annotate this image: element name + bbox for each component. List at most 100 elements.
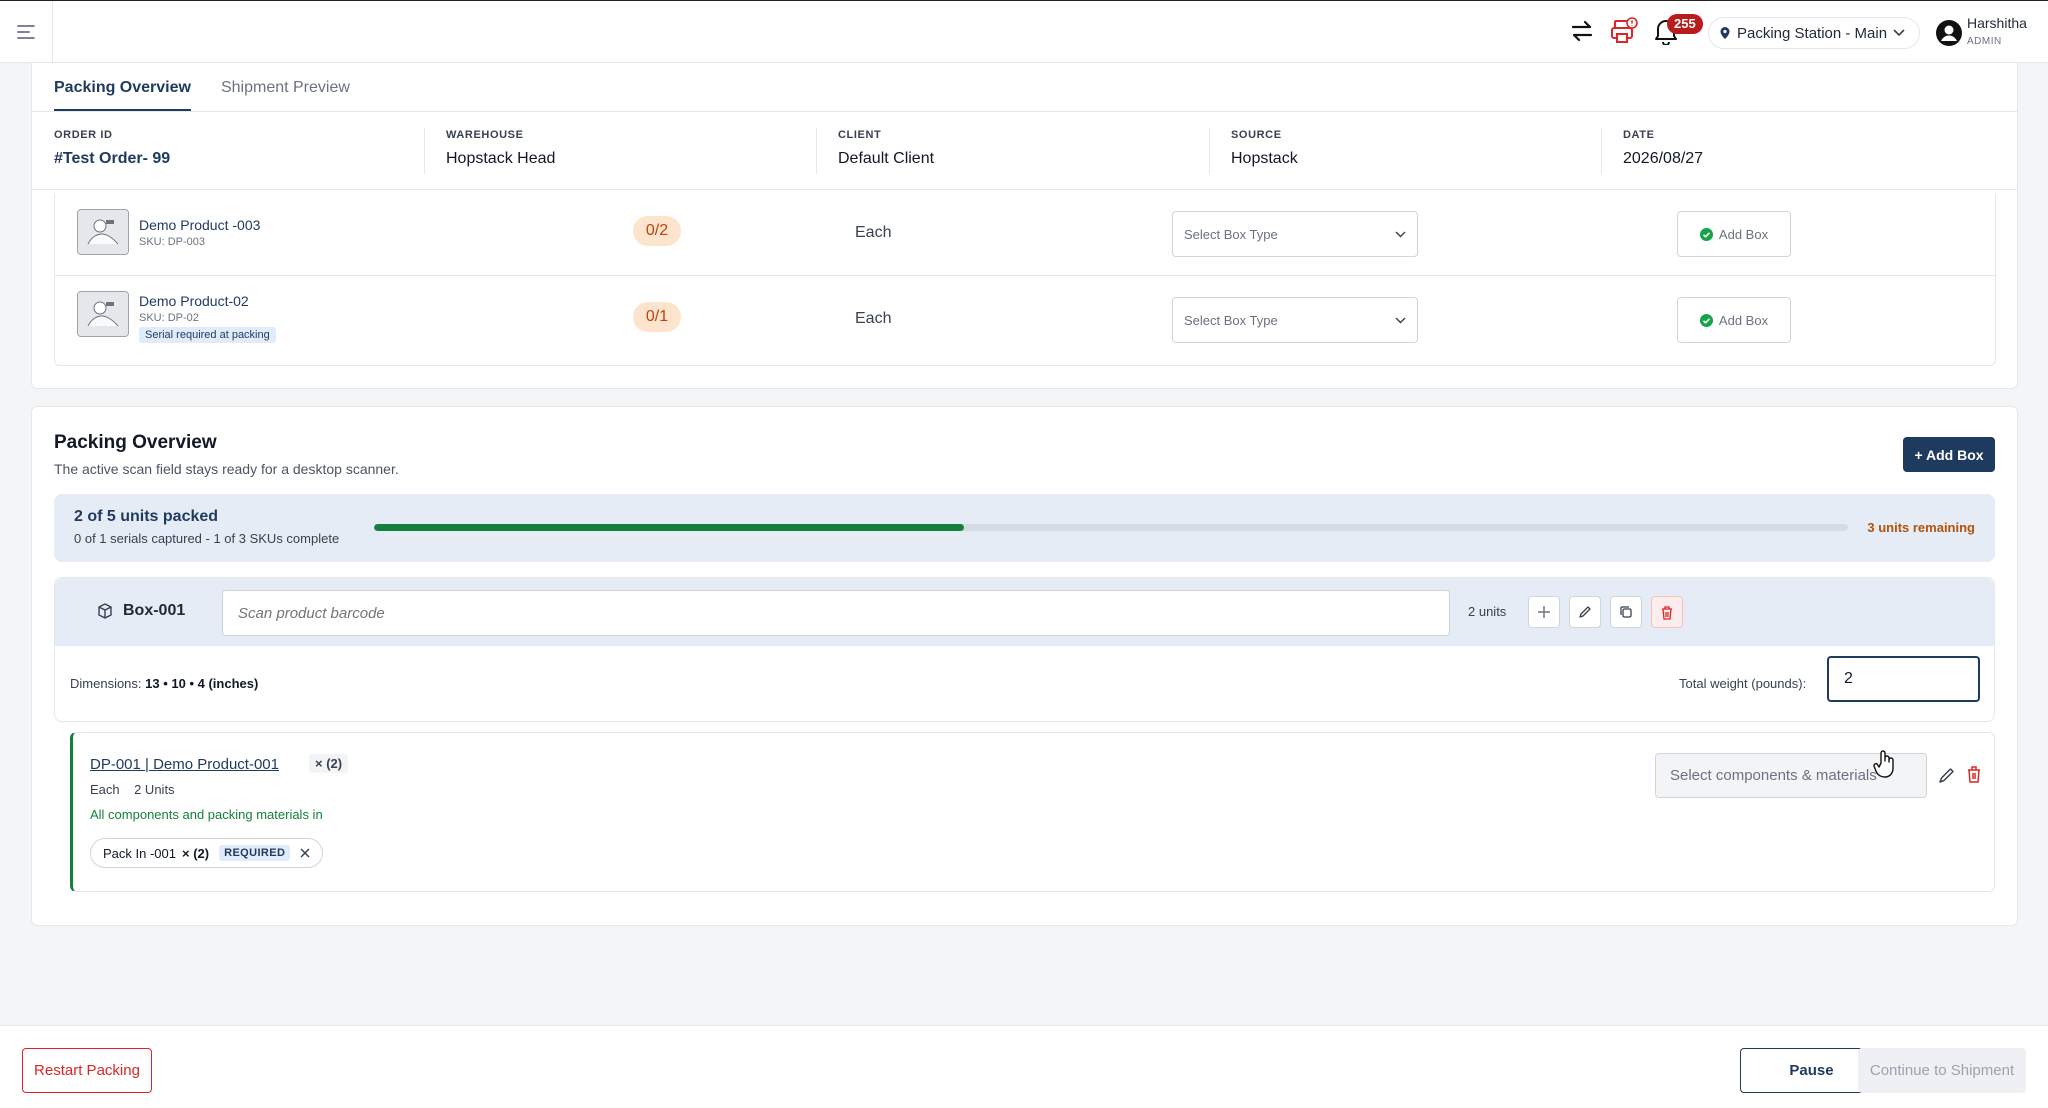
meta-warehouse: WAREHOUSE Hopstack Head xyxy=(424,112,816,190)
box-type-select[interactable]: Select Box Type xyxy=(1172,297,1418,343)
uom-text: Each xyxy=(855,310,892,327)
box-details-row: Dimensions: 13 • 10 • 4 (inches) Total w… xyxy=(55,646,1994,722)
material-chip: Pack In -001 × (2) REQUIRED xyxy=(90,838,324,868)
client-value: Default Client xyxy=(838,150,935,167)
required-tag: REQUIRED xyxy=(219,845,291,861)
date-value: 2026/08/27 xyxy=(1623,150,1704,167)
order-meta: ORDER ID #Test Order- 99 WAREHOUSE Hopst… xyxy=(32,112,2017,190)
scan-barcode-input[interactable] xyxy=(222,590,1450,636)
chevron-down-icon xyxy=(1395,317,1406,323)
packing-title: Packing Overview xyxy=(54,432,217,453)
dimensions-text: Dimensions: 13 • 10 • 4 (inches) xyxy=(70,676,258,691)
product-name[interactable]: Demo Product -003 xyxy=(139,217,260,233)
notification-badge: 255 xyxy=(1667,14,1703,34)
chip-name: Pack In -001 xyxy=(103,845,176,861)
weight-input[interactable] xyxy=(1827,656,1980,702)
location-pin-icon xyxy=(1720,27,1730,39)
trash-icon xyxy=(1662,605,1672,620)
qty-badge: 0/1 xyxy=(633,302,681,332)
product-table: Demo Product -003 SKU: DP-003 0/2 Each S… xyxy=(54,194,1996,366)
weight-label: Total weight (pounds): xyxy=(1679,676,1807,691)
progress-bar-fill xyxy=(374,524,964,531)
packing-overview-card: Packing Overview The active scan field s… xyxy=(31,406,2018,926)
box-header: Box-001 2 units xyxy=(55,578,1994,646)
add-item-button[interactable] xyxy=(1528,596,1560,628)
pencil-icon[interactable] xyxy=(1938,766,1956,784)
serial-required-tag: Serial required at packing xyxy=(139,327,276,343)
chip-multiplier: × (2) xyxy=(182,845,210,861)
progress-title: 2 of 5 units packed xyxy=(74,508,219,525)
meta-client: CLIENT Default Client xyxy=(816,112,1209,190)
dimensions-label: Dimensions: xyxy=(70,676,142,691)
progress-bar xyxy=(374,524,1848,531)
switch-icon[interactable] xyxy=(1566,15,1598,47)
source-value: Hopstack xyxy=(1231,150,1298,167)
item-title-link[interactable]: DP-001 | Demo Product-001 xyxy=(90,756,279,773)
uom-text: Each xyxy=(855,224,892,241)
hand-cursor-icon xyxy=(1873,750,1894,778)
close-icon[interactable] xyxy=(300,848,310,858)
station-selector[interactable]: Packing Station - Main xyxy=(1708,17,1920,49)
packing-subtitle: The active scan field stays ready for a … xyxy=(54,461,399,477)
product-thumbnail xyxy=(77,291,129,337)
dimensions-value: 13 • 10 • 4 (inches) xyxy=(145,676,259,691)
pencil-icon xyxy=(1579,606,1591,618)
check-circle-icon xyxy=(1699,227,1713,241)
add-box-label: Add Box xyxy=(1718,226,1769,242)
product-sku: SKU: DP-003 xyxy=(139,236,206,248)
package-icon xyxy=(98,603,112,619)
box-units-count: 2 units xyxy=(1468,604,1507,619)
box-panel: Box-001 2 units Dimensions: 13 • 10 • 4 … xyxy=(54,577,1995,722)
box-label: Box-001 xyxy=(97,602,185,620)
table-row: Demo Product -003 SKU: DP-003 0/2 Each S… xyxy=(55,194,1995,276)
add-box-label: Add Box xyxy=(1718,312,1769,328)
add-box-button[interactable]: Add Box xyxy=(1677,297,1791,343)
duplicate-box-button[interactable] xyxy=(1610,596,1642,628)
tab-shipment-preview[interactable]: Shipment Preview xyxy=(221,63,350,111)
printer-alert-icon[interactable] xyxy=(1608,15,1640,47)
item-status-text: All components and packing materials in xyxy=(90,807,323,822)
add-box-primary-button[interactable]: + Add Box xyxy=(1903,437,1995,472)
hamburger-icon xyxy=(17,25,35,39)
copy-icon xyxy=(1620,606,1632,618)
order-id-value[interactable]: #Test Order- 99 xyxy=(54,150,170,168)
restart-packing-button[interactable]: Restart Packing xyxy=(22,1048,152,1093)
box-type-placeholder: Select Box Type xyxy=(1184,226,1278,242)
box-type-select[interactable]: Select Box Type xyxy=(1172,211,1418,257)
menu-button[interactable] xyxy=(0,1,53,63)
components-placeholder: Select components & materials xyxy=(1670,767,1877,784)
delete-box-button[interactable] xyxy=(1651,596,1683,628)
continue-to-shipment-button[interactable]: Continue to Shipment xyxy=(1858,1048,2026,1093)
top-bar: 255 Packing Station - Main Harshitha ADM… xyxy=(0,0,2048,63)
qty-badge: 0/2 xyxy=(633,216,681,246)
warehouse-label: WAREHOUSE xyxy=(446,129,524,141)
add-box-button[interactable]: Add Box xyxy=(1677,211,1791,257)
edit-box-button[interactable] xyxy=(1569,596,1601,628)
table-row: Demo Product-02 SKU: DP-02 Serial requir… xyxy=(55,276,1995,358)
meta-order-id: ORDER ID #Test Order- 99 xyxy=(32,112,424,190)
item-meta: Each 2 Units xyxy=(90,782,175,797)
user-avatar-icon[interactable] xyxy=(1935,19,1963,47)
station-label: Packing Station - Main xyxy=(1737,24,1888,42)
item-uom: Each xyxy=(90,782,120,797)
item-units: 2 Units xyxy=(134,782,175,797)
units-remaining: 3 units remaining xyxy=(1867,520,1975,535)
product-name[interactable]: Demo Product-02 xyxy=(139,293,249,309)
trash-icon[interactable] xyxy=(1966,765,1982,784)
client-label: CLIENT xyxy=(838,129,882,141)
item-multiplier: × (2) xyxy=(309,754,349,773)
box-name: Box-001 xyxy=(123,602,186,619)
box-type-placeholder: Select Box Type xyxy=(1184,312,1278,328)
order-card: Packing Overview Shipment Preview ORDER … xyxy=(31,63,2018,389)
meta-source: SOURCE Hopstack xyxy=(1209,112,1601,190)
product-thumbnail xyxy=(77,209,129,255)
order-id-label: ORDER ID xyxy=(54,129,113,141)
meta-date: DATE 2026/08/27 xyxy=(1601,112,1993,190)
check-circle-icon xyxy=(1699,313,1713,327)
product-sku: SKU: DP-02 xyxy=(139,312,199,324)
warehouse-value: Hopstack Head xyxy=(446,150,556,167)
packed-item-card: DP-001 | Demo Product-001 × (2) Each 2 U… xyxy=(70,732,1995,892)
progress-subtitle: 0 of 1 serials captured - 1 of 3 SKUs co… xyxy=(74,531,340,546)
tab-packing-overview[interactable]: Packing Overview xyxy=(54,63,191,111)
tab-bar: Packing Overview Shipment Preview xyxy=(54,63,350,111)
